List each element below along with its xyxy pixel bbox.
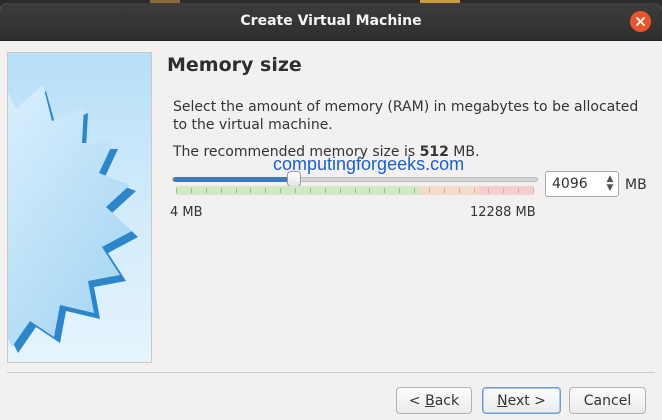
slider-tick (340, 188, 341, 193)
slider-tick (280, 188, 281, 193)
slider-max-label: 12288 MB (470, 205, 536, 220)
next-button[interactable]: Next > (482, 387, 561, 414)
back-rest: ack (434, 392, 460, 409)
close-icon (636, 17, 645, 26)
back-button[interactable]: < Back (396, 387, 472, 414)
slider-tick (236, 188, 237, 193)
slider-tick (265, 188, 266, 193)
create-vm-dialog: Create Virtual Machine Memory size Selec… (0, 3, 662, 420)
back-mnemonic: B (425, 392, 435, 409)
slider-tick (429, 188, 430, 193)
title-bar[interactable]: Create Virtual Machine (0, 3, 662, 41)
virtualbox-star-graphic (8, 85, 138, 353)
button-separator (7, 372, 655, 373)
memory-slider-fill (173, 177, 295, 182)
page-heading: Memory size (167, 54, 302, 76)
slider-tick (518, 188, 519, 193)
slider-min-label: 4 MB (170, 205, 203, 220)
memory-value-input[interactable]: 4096 (552, 176, 588, 192)
slider-tick (206, 188, 207, 193)
slider-tick (414, 188, 415, 193)
slider-tick (250, 188, 251, 193)
window-title: Create Virtual Machine (240, 13, 422, 29)
slider-tick (325, 188, 326, 193)
cancel-button[interactable]: Cancel (569, 387, 646, 414)
slider-tick (488, 188, 489, 193)
back-prefix: < (408, 392, 426, 409)
close-button[interactable] (630, 11, 651, 32)
next-mnemonic: N (497, 392, 508, 409)
slider-tick (533, 188, 534, 193)
slider-tick (176, 188, 177, 193)
slider-tick (221, 188, 222, 193)
spin-arrows[interactable]: ▲ ▼ (604, 174, 616, 194)
slider-tick (369, 188, 370, 193)
slider-tick (459, 188, 460, 193)
slider-tick (191, 188, 192, 193)
memory-unit-label: MB (625, 177, 647, 193)
next-rest: ext > (507, 392, 546, 409)
spin-down-icon[interactable]: ▼ (607, 184, 614, 193)
slider-tick (384, 188, 385, 193)
memory-spinbox[interactable]: 4096 ▲ ▼ (545, 171, 619, 197)
slider-tick (444, 188, 445, 193)
slider-tick (310, 188, 311, 193)
slider-tick (474, 188, 475, 193)
memory-slider-track[interactable] (172, 177, 538, 182)
watermark-text: computingforgeeks.com (273, 154, 465, 174)
slider-tick (399, 188, 400, 193)
slider-tick (355, 188, 356, 193)
description-text: Select the amount of memory (RAM) in meg… (173, 99, 639, 133)
slider-ticks (176, 187, 534, 195)
slider-tick (503, 188, 504, 193)
slider-tick (295, 188, 296, 193)
wizard-side-image (7, 52, 152, 363)
